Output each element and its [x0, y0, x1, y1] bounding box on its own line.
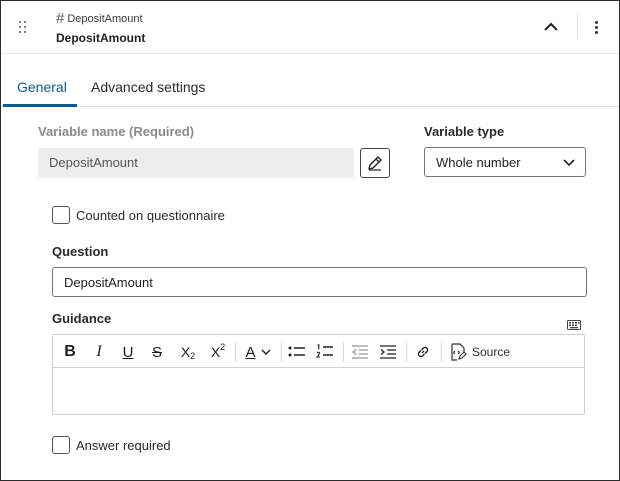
superscript-mark: 2 — [220, 342, 226, 352]
editor-toolbar: B I U S X2 X2 A Source — [53, 335, 584, 368]
subscript-button[interactable]: X2 — [176, 341, 200, 363]
link-button[interactable] — [413, 341, 433, 363]
header-divider — [577, 15, 578, 39]
variable-type-indicator: # DepositAmount — [56, 10, 143, 27]
indent-icon — [380, 345, 396, 359]
superscript-base: X — [210, 344, 221, 360]
italic-button[interactable]: I — [90, 341, 108, 363]
variable-name-label: Variable name (Required) — [38, 124, 195, 139]
underline-button[interactable]: U — [119, 341, 137, 363]
numbered-list-button[interactable] — [315, 341, 335, 363]
variable-type-caption: DepositAmount — [67, 13, 143, 25]
outdent-button[interactable] — [350, 341, 370, 363]
counted-label: Counted on questionnaire — [76, 208, 225, 223]
superscript-button[interactable]: X2 — [206, 341, 230, 363]
toolbar-divider — [281, 342, 282, 362]
indent-button[interactable] — [378, 341, 398, 363]
tab-general[interactable]: General — [17, 79, 67, 95]
question-label: Question — [52, 244, 109, 259]
variable-type-value: Whole number — [436, 155, 521, 170]
drag-handle-icon[interactable] — [19, 19, 29, 35]
chevron-down-icon — [261, 349, 270, 355]
toolbar-divider — [406, 342, 407, 362]
toolbar-divider — [343, 342, 344, 362]
guidance-editor: B I U S X2 X2 A Source — [52, 334, 585, 415]
bulleted-list-button[interactable] — [287, 341, 307, 363]
number-type-icon: # — [56, 10, 65, 27]
question-input[interactable]: DepositAmount — [52, 267, 587, 297]
answer-required-label: Answer required — [76, 438, 171, 453]
variable-name-field: DepositAmount — [38, 148, 354, 178]
edit-variable-name-button[interactable] — [360, 148, 390, 178]
chevron-down-icon — [563, 159, 575, 167]
numbered-list-icon — [316, 344, 333, 358]
link-icon — [417, 346, 429, 358]
variable-type-select[interactable]: Whole number — [424, 147, 586, 177]
toolbar-divider — [235, 342, 236, 362]
active-tab-indicator — [3, 104, 77, 107]
font-color-icon: A — [245, 343, 256, 361]
subscript-base: X — [180, 344, 191, 360]
tab-bar: General Advanced settings — [1, 55, 619, 107]
source-button[interactable]: Source — [449, 341, 513, 363]
keyboard-icon[interactable] — [567, 317, 581, 330]
variable-editor-panel: # DepositAmount DepositAmount General Ad… — [0, 0, 620, 481]
more-vertical-icon[interactable] — [591, 19, 601, 35]
outdent-icon — [351, 345, 368, 359]
guidance-label: Guidance — [52, 311, 112, 326]
panel-header: # DepositAmount DepositAmount — [1, 1, 619, 54]
chevron-up-icon[interactable] — [541, 19, 561, 35]
source-code-icon — [451, 343, 467, 361]
source-label: Source — [472, 345, 511, 359]
counted-checkbox[interactable] — [52, 206, 70, 224]
subscript-mark: 2 — [190, 351, 196, 361]
guidance-text-area[interactable] — [53, 368, 584, 414]
font-color-button[interactable]: A — [241, 341, 275, 363]
bold-button[interactable]: B — [61, 341, 79, 363]
variable-title: DepositAmount — [56, 31, 146, 45]
strikethrough-button[interactable]: S — [148, 341, 166, 363]
tab-advanced-settings[interactable]: Advanced settings — [91, 79, 205, 95]
toolbar-divider — [441, 342, 442, 362]
bulleted-list-icon — [288, 346, 305, 357]
pencil-icon — [368, 156, 382, 171]
variable-type-label: Variable type — [424, 124, 505, 139]
answer-required-checkbox[interactable] — [52, 436, 70, 454]
